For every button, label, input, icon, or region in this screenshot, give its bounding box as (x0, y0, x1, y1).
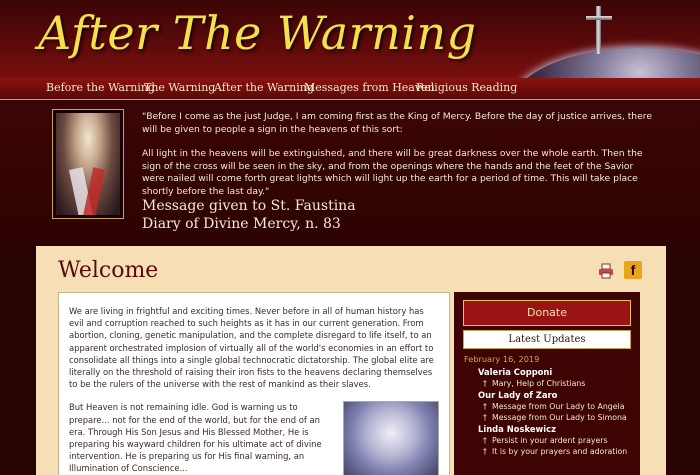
update-item-label[interactable]: Message from Our Lady to Angela (492, 402, 624, 411)
divine-mercy-image-frame (52, 109, 124, 219)
facebook-icon[interactable]: f (624, 261, 642, 279)
latest-updates-header[interactable]: Latest Updates (463, 330, 631, 349)
update-item-label[interactable]: It is by your prayers and adoration (492, 447, 627, 456)
update-item[interactable]: † Mary, Help of Christians (483, 379, 638, 388)
divine-mercy-image (56, 113, 120, 215)
quote-source: Message given to St. Faustina Diary of D… (142, 197, 356, 233)
donate-button[interactable]: Donate (463, 300, 631, 326)
quote-text: "Before I come as the just Judge, I am c… (142, 111, 652, 210)
update-item-label[interactable]: Persist in your ardent prayers (492, 436, 608, 445)
nav-before-the-warning[interactable]: Before the Warning (46, 81, 155, 94)
cross-icon (596, 6, 601, 54)
update-item-label[interactable]: Mary, Help of Christians (492, 379, 585, 388)
update-item[interactable]: † Message from Our Lady to Angela (483, 402, 638, 411)
update-item[interactable]: † Persist in your ardent prayers (483, 436, 638, 445)
sidebar: Donate Latest Updates February 16, 2019 … (454, 292, 640, 475)
quote-source-line-2: Diary of Divine Mercy, n. 83 (142, 216, 341, 232)
update-item[interactable]: † Message from Our Lady to Simona (483, 413, 638, 422)
update-author[interactable]: Linda Noskewicz (478, 424, 638, 434)
main-nav: Before the Warning The Warning After the… (0, 78, 700, 100)
nav-the-warning[interactable]: The Warning (144, 81, 215, 94)
planet-graphic (510, 48, 700, 80)
update-author[interactable]: Valeria Copponi (478, 367, 638, 377)
quote-section: "Before I come as the just Judge, I am c… (0, 101, 700, 243)
update-author[interactable]: Our Lady of Zaro (478, 390, 638, 400)
welcome-content: We are living in frightful and exciting … (58, 292, 450, 475)
print-icon[interactable] (598, 263, 614, 279)
quote-paragraph-1: "Before I come as the just Judge, I am c… (142, 111, 653, 135)
update-item-label[interactable]: Message from Our Lady to Simona (492, 413, 627, 422)
page-title: Welcome (58, 258, 159, 283)
cross-bullet-icon: † (483, 447, 487, 456)
quote-paragraph-2: All light in the heavens will be extingu… (142, 148, 643, 197)
blessed-mother-image (343, 401, 439, 475)
update-date: February 16, 2019 (464, 354, 540, 364)
updates-list: February 16, 2019 Valeria Copponi † Mary,… (464, 354, 638, 458)
nav-religious-reading[interactable]: Religious Reading (416, 81, 517, 94)
cross-bullet-icon: † (483, 413, 487, 422)
quote-source-line-1: Message given to St. Faustina (142, 198, 356, 214)
welcome-paragraph-1: We are living in frightful and exciting … (69, 306, 434, 390)
site-header: After The Warning (0, 0, 700, 80)
cross-bullet-icon: † (483, 436, 487, 445)
site-title[interactable]: After The Warning (38, 6, 477, 60)
cross-icon-bar (586, 16, 612, 20)
cross-bullet-icon: † (483, 402, 487, 411)
update-item[interactable]: † It is by your prayers and adoration (483, 447, 638, 456)
main-panel: Welcome f We are living in frightful and… (36, 246, 666, 475)
cross-bullet-icon: † (483, 379, 487, 388)
nav-after-the-warning[interactable]: After the Warning (214, 81, 314, 94)
